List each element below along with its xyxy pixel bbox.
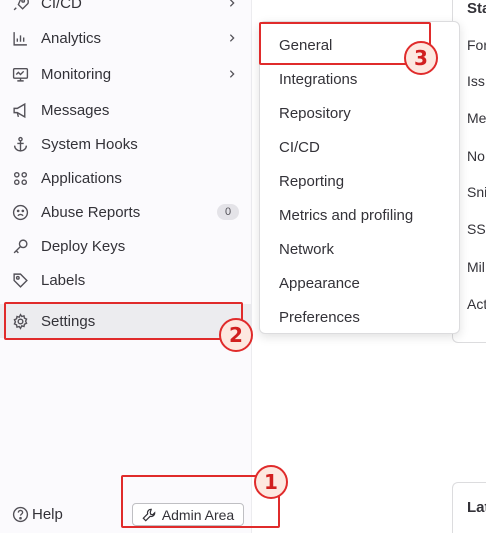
menu-item-preferences[interactable]: Preferences: [260, 302, 459, 332]
sidebar-item-abuse-reports[interactable]: Abuse Reports 0: [0, 195, 252, 229]
sidebar-item-label: Messages: [41, 101, 110, 119]
sidebar-item-label: Settings: [41, 312, 96, 330]
admin-sidebar: CI/CD Analytics Monitoring Messages Syst…: [0, 0, 252, 533]
stat-row: Mil: [467, 259, 485, 275]
stat-row: Sni: [467, 184, 486, 200]
sidebar-item-label: Labels: [41, 271, 86, 289]
count-badge: 0: [217, 204, 239, 220]
sidebar-item-monitoring[interactable]: Monitoring: [0, 57, 252, 91]
chevron-right-icon: [226, 68, 238, 80]
sidebar-item-settings[interactable]: Settings: [0, 304, 252, 338]
monitor-icon: [11, 65, 29, 83]
step-marker-1: 1: [254, 465, 288, 499]
key-icon: [11, 237, 29, 255]
sidebar-item-label: Applications: [41, 169, 122, 187]
sidebar-item-label: System Hooks: [41, 135, 138, 153]
help-link[interactable]: Help: [12, 504, 63, 524]
gear-icon: [11, 312, 29, 330]
stat-row: Act: [467, 296, 486, 312]
chevron-right-icon: [226, 32, 238, 44]
menu-item-repository[interactable]: Repository: [260, 98, 459, 128]
anchor-icon: [11, 135, 29, 153]
rocket-icon: [11, 0, 29, 12]
sidebar-item-applications[interactable]: Applications: [0, 161, 252, 195]
admin-area-button[interactable]: Admin Area: [132, 503, 244, 526]
sidebar-item-label: Monitoring: [41, 65, 112, 83]
sidebar-item-analytics[interactable]: Analytics: [0, 21, 252, 55]
sidebar-item-label: Analytics: [41, 29, 102, 47]
sidebar-item-messages[interactable]: Messages: [0, 93, 252, 127]
wrench-icon: [142, 508, 156, 522]
stat-row: SSI: [467, 221, 486, 237]
menu-item-network[interactable]: Network: [260, 234, 459, 264]
sidebar-item-label: Deploy Keys: [41, 237, 126, 255]
sidebar-item-label: Abuse Reports: [41, 203, 141, 221]
chart-icon: [11, 29, 29, 47]
admin-area-label: Admin Area: [161, 506, 235, 523]
menu-item-reporting[interactable]: Reporting: [260, 166, 459, 196]
sidebar-item-label: CI/CD: [41, 0, 82, 12]
card-title: Sta: [467, 0, 486, 17]
megaphone-icon: [11, 101, 29, 119]
chevron-right-icon: [226, 0, 238, 9]
stat-row: For: [467, 37, 486, 53]
help-label: Help: [32, 505, 63, 523]
sidebar-item-labels[interactable]: Labels: [0, 263, 252, 297]
card-title: Lat: [467, 499, 486, 516]
help-icon: [12, 506, 29, 522]
menu-item-appearance[interactable]: Appearance: [260, 268, 459, 298]
stat-row: Me: [467, 110, 486, 126]
stat-row: No: [467, 148, 485, 164]
stat-row: Iss: [467, 73, 485, 89]
sidebar-item-system-hooks[interactable]: System Hooks: [0, 127, 252, 161]
tag-icon: [11, 271, 29, 289]
sidebar-item-cicd[interactable]: CI/CD: [0, 0, 252, 20]
step-marker-3: 3: [404, 41, 438, 75]
frown-icon: [11, 203, 29, 221]
step-marker-2: 2: [219, 318, 253, 352]
sidebar-item-deploy-keys[interactable]: Deploy Keys: [0, 229, 252, 263]
menu-item-metrics-and-profiling[interactable]: Metrics and profiling: [260, 200, 459, 230]
grid-icon: [11, 169, 29, 187]
menu-item-cicd[interactable]: CI/CD: [260, 132, 459, 162]
